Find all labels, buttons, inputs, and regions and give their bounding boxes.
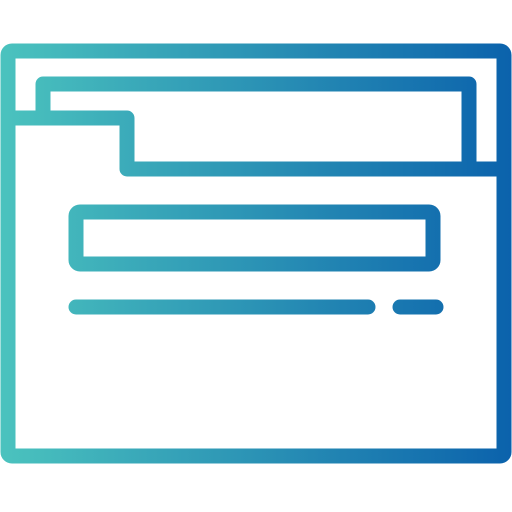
window-folder-icon <box>0 43 512 464</box>
back-panel-outline <box>35 76 477 177</box>
browser-window-icon <box>0 0 512 512</box>
folder-tab-edge <box>2 110 510 177</box>
input-box <box>68 204 441 272</box>
